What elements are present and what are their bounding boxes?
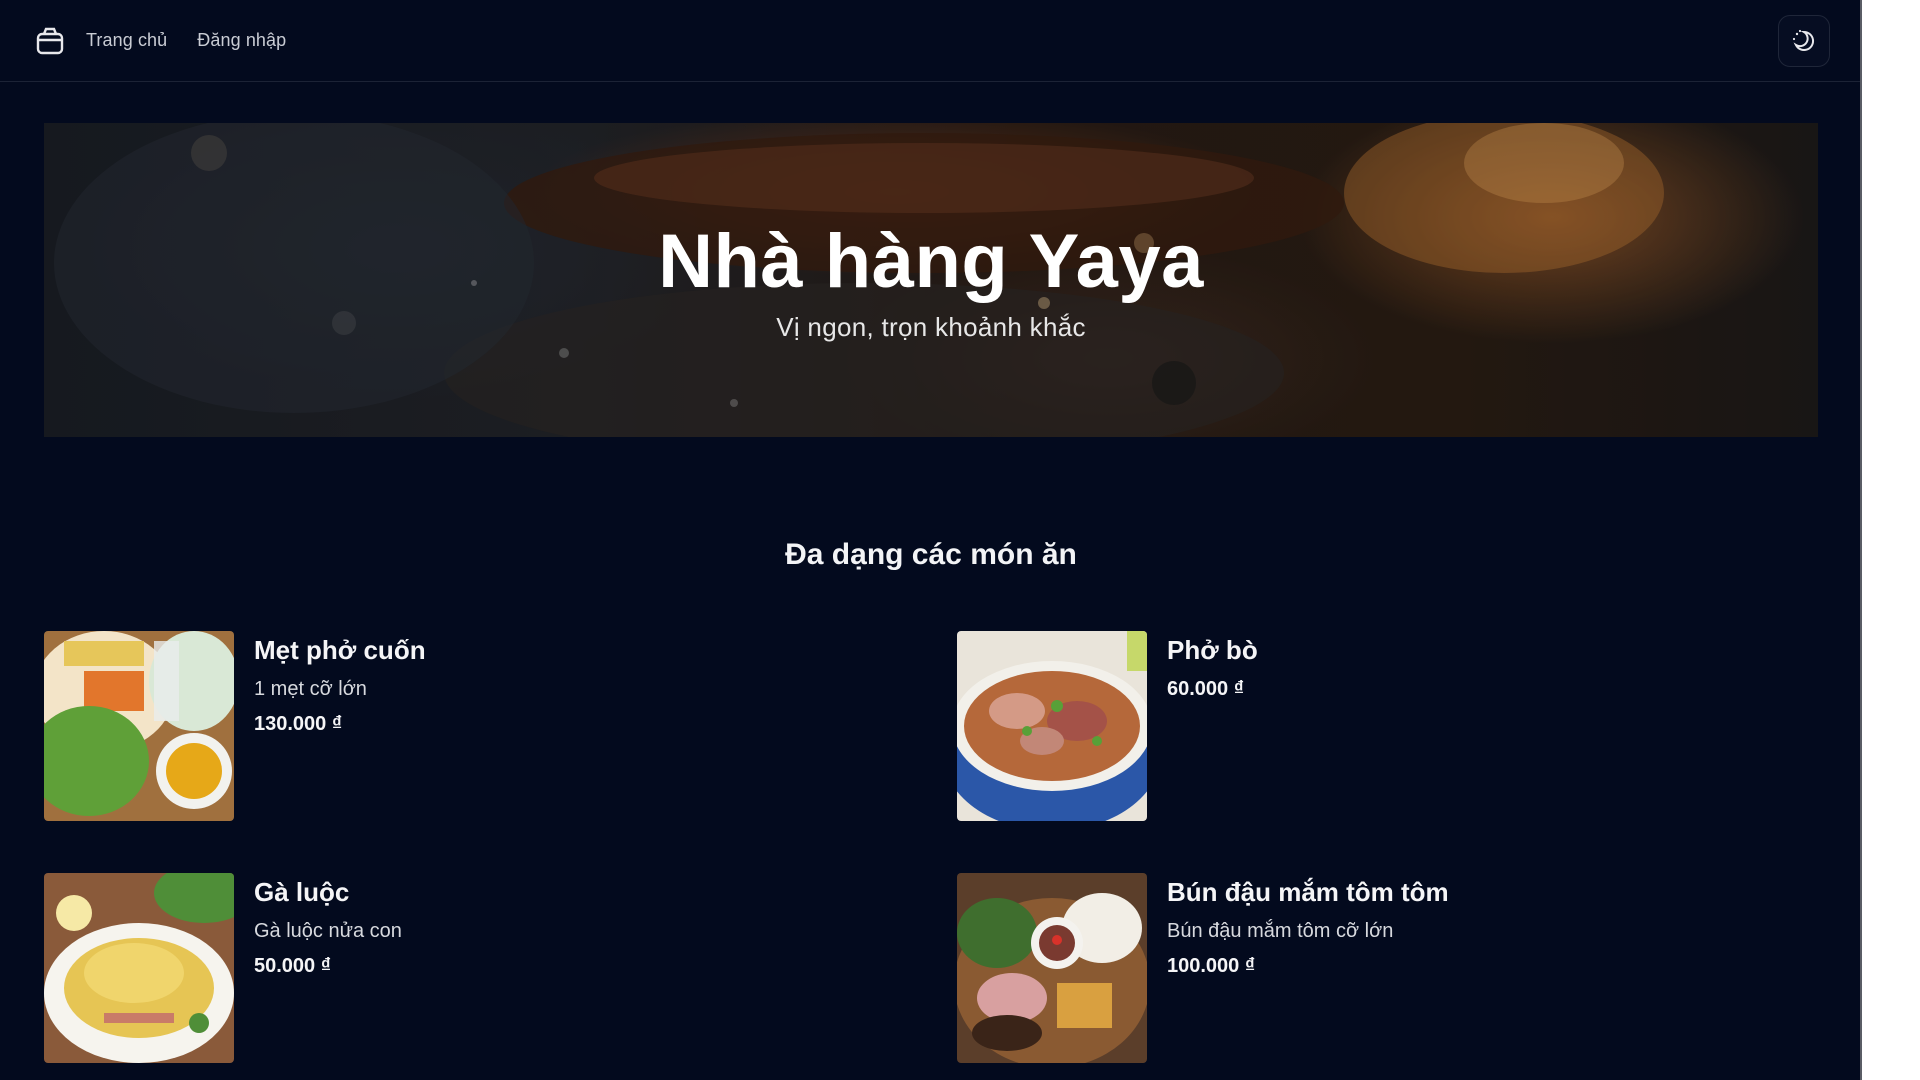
menu-item-price: 100.000 ₫ xyxy=(1167,955,1256,977)
menu-item-name: Bún đậu mắm tôm tôm xyxy=(1167,877,1449,907)
menu-item-card[interactable]: Mẹt phở cuốn 1 mẹt cỡ lớn 130.000 ₫ xyxy=(44,631,426,821)
menu-item-desc: Gà luộc nửa con xyxy=(254,920,402,942)
menu-item-desc: Bún đậu mắm tôm cỡ lớn xyxy=(1167,920,1394,942)
menu-item-card[interactable]: Gà luộc Gà luộc nửa con 50.000 ₫ xyxy=(44,873,402,1063)
menu-item-card[interactable]: Phở bò 60.000 ₫ xyxy=(957,631,1258,821)
hero-banner: Nhà hàng Yaya Vị ngon, trọn khoảnh khắc xyxy=(44,123,1818,437)
hero-subtitle: Vị ngon, trọn khoảnh khắc xyxy=(776,311,1086,342)
menu-item-image xyxy=(44,631,234,821)
logo-box-icon[interactable] xyxy=(36,27,64,55)
moon-sun-toggle-icon xyxy=(1792,29,1815,51)
menu-item-image xyxy=(957,631,1147,821)
menu-item-name: Phở bò xyxy=(1167,635,1258,665)
top-navbar: Trang chủ Đăng nhập xyxy=(0,0,1860,82)
menu-item-price: 60.000 ₫ xyxy=(1167,678,1244,700)
menu-item-desc: 1 mẹt cỡ lớn xyxy=(254,678,367,700)
menu-item-name: Gà luộc xyxy=(254,877,350,907)
nav-login-link[interactable]: Đăng nhập xyxy=(197,30,286,51)
menu-item-name: Mẹt phở cuốn xyxy=(254,635,426,665)
section-title: Đa dạng các món ăn xyxy=(785,538,1077,571)
menu-item-image xyxy=(957,873,1147,1063)
app-window: Trang chủ Đăng nhập Nhà hàng Yaya Vị ngo… xyxy=(0,0,1862,1080)
menu-item-price: 50.000 ₫ xyxy=(254,955,331,977)
menu-item-image xyxy=(44,873,234,1063)
nav-home-link[interactable]: Trang chủ xyxy=(86,30,167,51)
menu-item-price: 130.000 ₫ xyxy=(254,713,343,735)
hero-title: Nhà hàng Yaya xyxy=(658,218,1204,304)
menu-item-card[interactable]: Bún đậu mắm tôm tôm Bún đậu mắm tôm cỡ l… xyxy=(957,873,1449,1063)
theme-toggle-button[interactable] xyxy=(1778,14,1830,67)
